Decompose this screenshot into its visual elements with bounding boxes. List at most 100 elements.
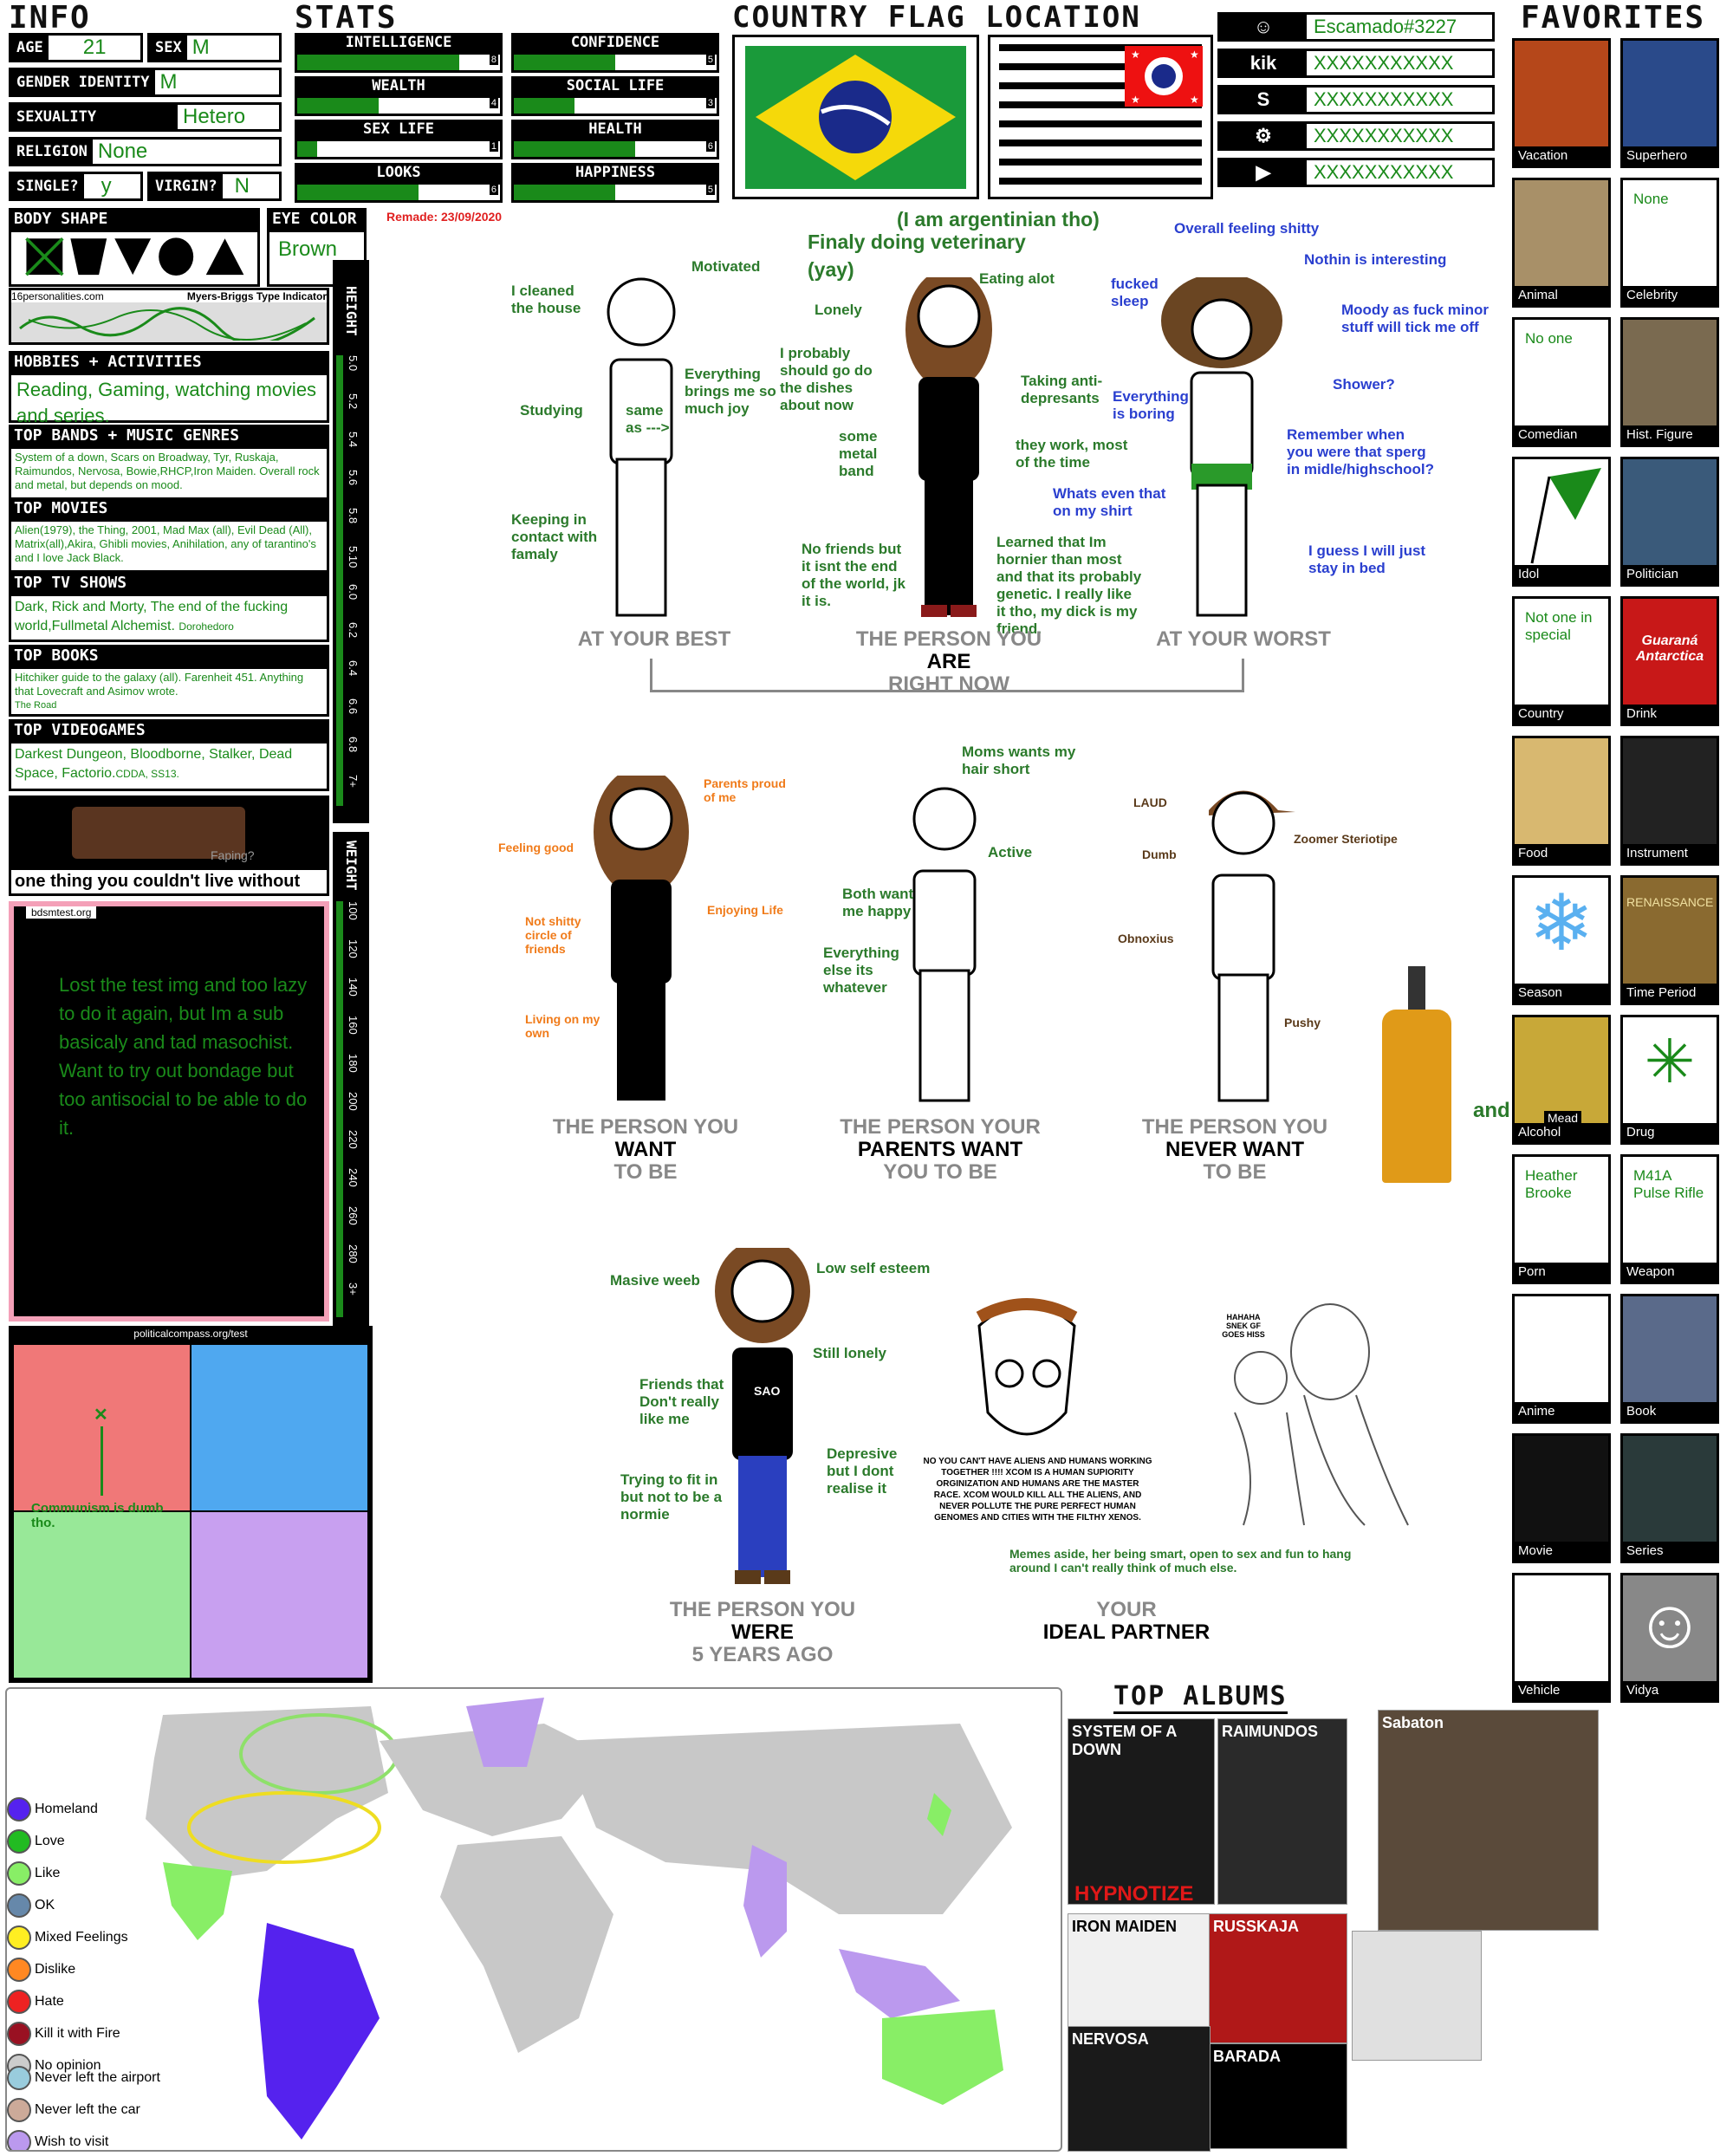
favorite-caption: Drug <box>1623 1123 1717 1142</box>
stat-label: LOOKS <box>295 163 503 182</box>
annotation: fucked sleep <box>1111 276 1159 309</box>
favorite-caption: Book <box>1623 1402 1717 1421</box>
album-cover <box>1352 1931 1482 2061</box>
bracket-line <box>650 659 1244 692</box>
tv-text: Dark, Rick and Morty, The end of the fuc… <box>15 600 289 633</box>
annotation: I guess I will just stay in bed <box>1308 542 1426 576</box>
games-title: TOP VIDEOGAMES <box>9 719 329 741</box>
weight-tick: 100 <box>347 901 360 920</box>
stat-bar: 3 <box>511 95 719 116</box>
height-tick: 6.8 <box>347 737 360 753</box>
xcom-text: NO YOU CAN'T HAVE ALIENS AND HUMANS WORK… <box>923 1457 1152 1523</box>
favorite-image <box>1623 1436 1717 1543</box>
annotation: LAUD <box>1133 796 1167 809</box>
steam-account: ⚙ XXXXXXXXXXX <box>1217 121 1495 151</box>
favorite-vehicle: Vehicle <box>1512 1573 1611 1703</box>
weight-tick: 280 <box>347 1244 360 1263</box>
figure-best <box>607 277 676 617</box>
favorite-time-period: RENAISSANCE Time Period <box>1620 875 1719 1005</box>
bands-text: System of a down, Scars on Broadway, Tyr… <box>9 446 329 502</box>
caption-parents: THE PERSON YOUR PARENTS WANT YOU TO BE <box>840 1115 1041 1184</box>
favorite-image <box>1623 459 1717 567</box>
stat-value: 6 <box>705 141 715 152</box>
legend-dot-icon <box>7 2130 31 2150</box>
stat-value: 5 <box>705 55 715 65</box>
weight-tick: 160 <box>347 1016 360 1035</box>
legend-dot-icon <box>7 2098 31 2122</box>
weight-tick: 260 <box>347 1206 360 1225</box>
legend-dot-icon <box>7 2066 31 2090</box>
favorite-image <box>1515 1575 1608 1683</box>
map-legend-2: Never left the airport Never left the car… <box>7 2066 160 2150</box>
album-cover: BARADA <box>1209 2043 1347 2149</box>
legend-dot-icon <box>7 1797 31 1822</box>
stat-social-life: SOCIAL LIFE 3 <box>511 76 719 116</box>
favorite-hist-figure: Hist. Figure <box>1620 317 1719 447</box>
time-period-sign: RENAISSANCE <box>1626 895 1714 909</box>
favorite-series: Series <box>1620 1433 1719 1563</box>
favorite-text: Heather Brooke <box>1525 1167 1578 1201</box>
comic-heading1: (I am argentinian tho) <box>897 208 1100 231</box>
world-map-drawing <box>146 1698 1012 2140</box>
albums-title: TOP ALBUMS <box>1113 1681 1288 1714</box>
svg-text:★: ★ <box>1131 49 1140 61</box>
annotation: Keeping in contact with famaly <box>511 511 598 562</box>
wojak-icon <box>976 1298 1078 1436</box>
hobbies-title: HOBBIES + ACTIVITIES <box>9 351 329 373</box>
caption-ideal: YOUR IDEAL PARTNER <box>1042 1598 1211 1644</box>
legend-dot-icon <box>7 1861 31 1886</box>
weight-tick: 180 <box>347 1054 360 1073</box>
legend-dot-icon <box>7 2022 31 2046</box>
favorite-caption: Weapon <box>1623 1263 1717 1282</box>
favorite-image <box>1623 738 1717 846</box>
bdsm-text: Lost the test img and too lazy to do it … <box>59 974 308 1139</box>
favorite-caption: Politician <box>1623 565 1717 584</box>
tv-box: TOP TV SHOWS Dark, Rick and Morty, The e… <box>9 572 329 642</box>
religion-row: RELIGION None <box>9 137 282 166</box>
caption-never: THE PERSON YOU NEVER WANT TO BE <box>1141 1115 1328 1184</box>
favorite-image <box>1515 738 1608 846</box>
stat-bar: 1 <box>295 139 503 159</box>
compass-marker-icon: ✕ <box>94 1406 108 1425</box>
album-cover: SYSTEM OF A DOWN <box>1068 1718 1215 1905</box>
legend-item: Mixed Feelings <box>7 1925 128 1950</box>
stat-health: HEALTH 6 <box>511 120 719 159</box>
political-compass: politicalcompass.org/test ✕ Communism is… <box>9 1326 373 1683</box>
mbti-title: Myers-Briggs Type Indicator <box>186 290 327 302</box>
map-legend: Homeland Love Like OK Mixed Feelings Dislike H… <box>7 1797 128 2086</box>
favorite-text: Not one in special <box>1525 609 1593 643</box>
favorite-caption: Superhero <box>1623 146 1717 166</box>
legend-item: Never left the car <box>7 2098 160 2122</box>
height-tick: 5.6 <box>347 470 360 486</box>
favorite-caption: Season <box>1515 984 1608 1003</box>
comic-heading2: Finaly doing veterinary <box>808 231 1026 253</box>
favorite-caption: Vidya <box>1623 1681 1717 1700</box>
height-tick: 7+ <box>347 775 360 788</box>
favorite-caption: Animal <box>1515 286 1608 305</box>
games-small: CDDA, SS13. <box>115 768 179 780</box>
books-small: The Road <box>15 700 57 711</box>
snowflake-icon: ❄ <box>1529 880 1594 967</box>
favorite-caption: Vehicle <box>1515 1681 1608 1700</box>
album-cover: IRON MAIDEN <box>1068 1913 1215 2043</box>
annotation: Living on my own <box>525 1012 600 1040</box>
stat-value: 5 <box>705 185 715 195</box>
sex-label: SEX <box>150 36 187 60</box>
stat-label: HAPPINESS <box>511 163 719 182</box>
annotation: some metal band <box>839 428 878 479</box>
account-value: XXXXXXXXXXX <box>1314 125 1454 146</box>
stat-value: 1 <box>489 141 498 152</box>
legend-dot-icon <box>7 1893 31 1918</box>
annotation: Everything brings me so much joy <box>685 366 776 417</box>
album-hypnotize-label: HYPNOTIZE <box>1074 1882 1194 1906</box>
favorite-caption: Porn <box>1515 1263 1608 1282</box>
favorite-caption: Vacation <box>1515 146 1608 166</box>
favorite-image: No one <box>1515 320 1608 427</box>
favorite-caption: Comedian <box>1515 425 1608 445</box>
single-row: SINGLE? y <box>9 172 143 201</box>
stat-label: SEX LIFE <box>295 120 503 139</box>
world-map: Homeland Love Like OK Mixed Feelings Dislike H… <box>5 1687 1062 2152</box>
annotation: Shower? <box>1333 376 1395 393</box>
favorite-caption: Food <box>1515 844 1608 863</box>
discord-account: ☺ Escamado#3227 <box>1217 12 1495 42</box>
